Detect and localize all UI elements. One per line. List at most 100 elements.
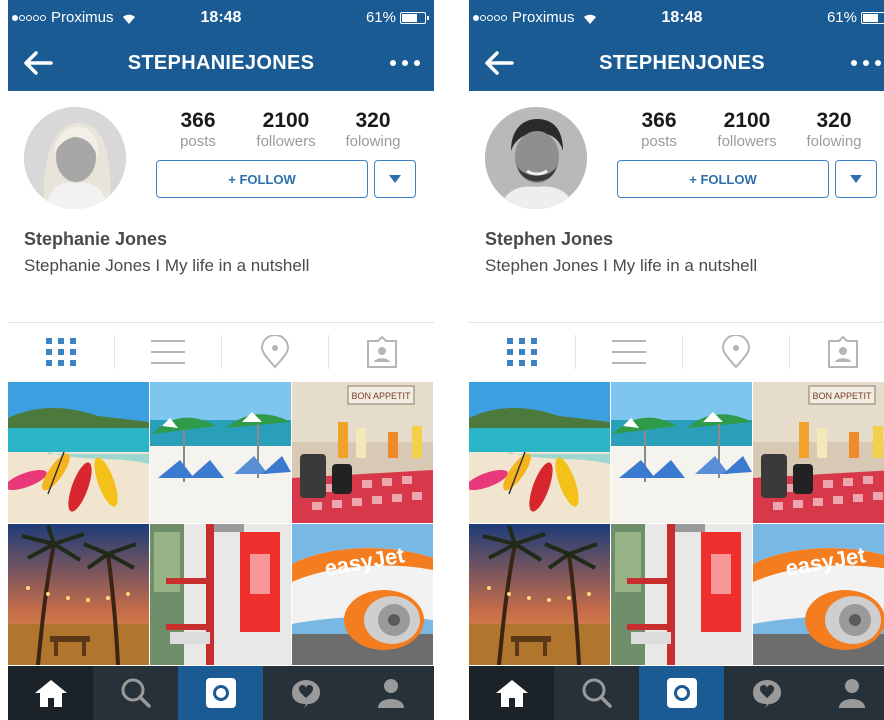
search-icon <box>121 678 151 708</box>
avatar[interactable] <box>485 107 587 209</box>
search-icon <box>582 678 612 708</box>
following-label: folowing <box>345 133 401 150</box>
profile-bio: Stephanie Jones I My life in a nutshell <box>24 256 310 275</box>
more-options-icon[interactable] <box>390 60 420 66</box>
chevron-down-icon <box>850 175 862 183</box>
camera-icon <box>205 678 236 708</box>
profile-username-title: STEPHENJONES <box>599 52 765 74</box>
nav-bar: STEPHANIEJONES <box>8 36 434 91</box>
grid-view-tab[interactable] <box>8 323 114 381</box>
home-tab[interactable] <box>8 666 93 720</box>
hostel-bunk-room-photo[interactable] <box>611 524 752 665</box>
bon-appetit-sign: BON APPETIT <box>812 391 872 401</box>
palm-sunset-photo[interactable] <box>469 524 610 665</box>
bon-appetit-sign: BON APPETIT <box>351 391 411 401</box>
camera-icon <box>666 678 697 708</box>
list-icon <box>151 340 185 364</box>
grid-icon <box>507 338 537 366</box>
location-tab[interactable] <box>222 323 328 381</box>
follow-button[interactable]: + FOLLOW <box>156 160 368 198</box>
status-bar: Proximus 18:48 61% <box>469 0 884 36</box>
battery-percent: 61% <box>365 9 396 26</box>
home-icon <box>495 680 528 707</box>
battery-icon <box>861 11 884 24</box>
activity-tab[interactable] <box>263 666 348 720</box>
followers-count: 2100 <box>262 109 310 132</box>
hostel-bunk-room-photo[interactable] <box>150 524 291 665</box>
home-tab[interactable] <box>469 666 554 720</box>
posts-count: 366 <box>641 109 677 132</box>
location-pin-icon <box>260 335 290 369</box>
posts-stat[interactable]: 366 posts <box>153 109 243 151</box>
breakfast-buffet-photo[interactable]: BON APPETIT <box>292 382 433 523</box>
activity-icon <box>752 680 781 708</box>
profile-view-tabs <box>469 323 884 381</box>
grid-icon <box>46 338 76 366</box>
beach-umbrellas-photo[interactable] <box>611 382 752 523</box>
profile-icon <box>838 679 865 708</box>
profile-full-name: Stephen Jones <box>485 229 614 249</box>
location-tab[interactable] <box>683 323 789 381</box>
clock: 18:48 <box>661 9 703 26</box>
battery-percent: 61% <box>826 9 857 26</box>
easyjet-plane-photo[interactable]: easyJet <box>753 524 884 665</box>
tagged-tab[interactable] <box>329 323 434 381</box>
camera-tab[interactable] <box>178 666 263 720</box>
profile-bio: Stephen Jones I My life in a nutshell <box>485 256 758 275</box>
tagged-photo-icon <box>367 335 397 368</box>
posts-count: 366 <box>180 109 216 132</box>
beach-umbrellas-photo[interactable] <box>150 382 291 523</box>
profile-full-name: Stephanie Jones <box>24 229 168 249</box>
list-view-tab[interactable] <box>576 323 682 381</box>
followers-count: 2100 <box>723 109 771 132</box>
battery-icon <box>400 11 429 24</box>
chevron-down-icon <box>389 175 401 183</box>
suggestions-dropdown-button[interactable] <box>374 160 416 198</box>
photo-grid: BON APPETIT easyJet <box>8 382 434 666</box>
followers-label: followers <box>256 133 316 150</box>
camera-tab[interactable] <box>639 666 724 720</box>
search-tab[interactable] <box>554 666 639 720</box>
profile-tab[interactable] <box>809 666 884 720</box>
list-icon <box>612 340 646 364</box>
activity-tab[interactable] <box>724 666 809 720</box>
photo-grid: BON APPETIT easyJet <box>469 382 884 666</box>
list-view-tab[interactable] <box>115 323 221 381</box>
easyjet-plane-photo[interactable]: easyJet <box>292 524 433 665</box>
followers-label: followers <box>717 133 777 150</box>
following-stat[interactable]: 320 folowing <box>789 109 879 151</box>
nav-bar: STEPHENJONES <box>469 36 884 91</box>
bottom-tab-bar <box>8 666 434 720</box>
search-tab[interactable] <box>93 666 178 720</box>
beach-kayaks-photo[interactable] <box>8 382 149 523</box>
avatar[interactable] <box>24 107 126 209</box>
more-options-icon[interactable] <box>851 60 881 66</box>
grid-view-tab[interactable] <box>469 323 575 381</box>
follow-button[interactable]: + FOLLOW <box>617 160 829 198</box>
suggestions-dropdown-button[interactable] <box>835 160 877 198</box>
following-count: 320 <box>355 109 391 132</box>
followers-stat[interactable]: 2100 followers <box>702 109 792 151</box>
activity-icon <box>291 680 320 708</box>
beach-kayaks-photo[interactable] <box>469 382 610 523</box>
tagged-photo-icon <box>828 335 858 368</box>
following-count: 320 <box>816 109 852 132</box>
following-stat[interactable]: 320 folowing <box>328 109 418 151</box>
profile-view-tabs <box>8 323 434 381</box>
posts-label: posts <box>641 133 677 150</box>
profile-screen-stephen: Proximus 18:48 61% STEPHENJONES 366 post… <box>469 0 884 720</box>
profile-username-title: STEPHANIEJONES <box>127 52 315 74</box>
location-pin-icon <box>721 335 751 369</box>
posts-stat[interactable]: 366 posts <box>614 109 704 151</box>
home-icon <box>34 680 67 707</box>
status-bar: Proximus 18:48 61% <box>8 0 434 36</box>
followers-stat[interactable]: 2100 followers <box>241 109 331 151</box>
palm-sunset-photo[interactable] <box>8 524 149 665</box>
posts-label: posts <box>180 133 216 150</box>
breakfast-buffet-photo[interactable]: BON APPETIT <box>753 382 884 523</box>
tagged-tab[interactable] <box>790 323 884 381</box>
following-label: folowing <box>806 133 862 150</box>
bottom-tab-bar <box>469 666 884 720</box>
profile-icon <box>377 679 404 708</box>
profile-tab[interactable] <box>348 666 433 720</box>
